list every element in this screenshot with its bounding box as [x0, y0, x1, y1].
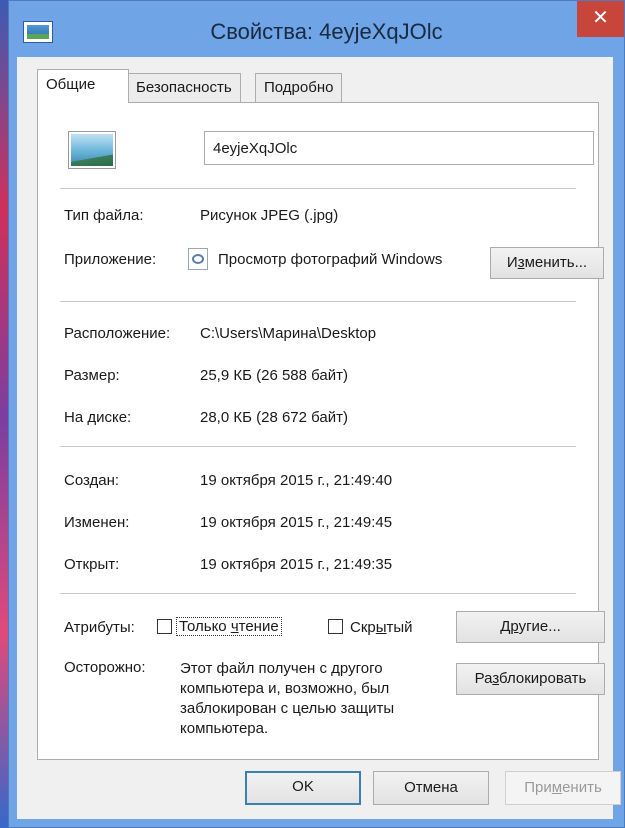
app-value: Просмотр фотографий Windows — [218, 251, 443, 268]
file-type-label: Тип файла: — [64, 207, 144, 224]
caution-line: заблокирован с целью защиты — [180, 700, 395, 717]
ok-button[interactable]: OK — [245, 771, 361, 805]
chk-accel: ы — [375, 619, 387, 636]
photo-viewer-icon — [188, 248, 208, 270]
modified-label: Изменен: — [64, 514, 130, 531]
tab-security[interactable]: Безопасность — [127, 73, 241, 102]
apply-button[interactable]: Применить — [505, 771, 621, 805]
btn-text: Д — [500, 618, 511, 635]
chk-accel: ч — [230, 618, 239, 635]
unblock-button[interactable]: Разблокировать — [456, 663, 605, 695]
size-value: 25,9 КБ (26 588 байт) — [200, 367, 348, 384]
btn-accel: р — [510, 618, 519, 635]
caution-label: Осторожно: — [64, 659, 146, 676]
other-attributes-button[interactable]: Другие... — [456, 611, 605, 643]
btn-text: енить — [562, 779, 602, 796]
title-bar[interactable]: Свойства: 4eyjeXqJOlc ✕ — [9, 1, 624, 57]
properties-dialog: Свойства: 4eyjeXqJOlc ✕ Общие Безопаснос… — [8, 0, 625, 828]
readonly-label[interactable]: Только чтение — [176, 617, 282, 636]
opened-label: Открыт: — [64, 556, 120, 573]
opened-value: 19 октября 2015 г., 21:49:35 — [200, 556, 393, 573]
btn-accel: м — [551, 779, 563, 796]
caution-line: Этот файл получен с другого — [180, 660, 383, 677]
location-label: Расположение: — [64, 325, 171, 342]
caution-line: компьютера и, возможно, был — [180, 680, 390, 697]
location-value: C:\Users\Марина\Desktop — [200, 325, 377, 342]
modified-value: 19 октября 2015 г., 21:49:45 — [200, 514, 393, 531]
created-label: Создан: — [64, 472, 120, 489]
close-button[interactable]: ✕ — [577, 1, 624, 37]
window-title: Свойства: 4eyjeXqJOlc — [210, 19, 443, 44]
btn-accel: з — [517, 254, 525, 271]
ondisk-label: На диске: — [64, 409, 132, 426]
divider — [60, 188, 576, 189]
btn-text: менить... — [524, 254, 588, 271]
tab-details[interactable]: Подробно — [255, 73, 343, 102]
divider — [60, 301, 576, 302]
hidden-checkbox[interactable] — [328, 619, 343, 634]
cancel-button[interactable]: Отмена — [373, 771, 489, 805]
file-type-value: Рисунок JPEG (.jpg) — [200, 207, 339, 224]
chk-text: Скр — [350, 619, 376, 636]
btn-text: Ра — [474, 670, 493, 687]
chk-text: тый — [386, 619, 413, 636]
change-button[interactable]: Изменить... — [490, 247, 604, 279]
tab-general[interactable]: Общие — [37, 69, 129, 103]
hidden-label[interactable]: Скрытый — [350, 619, 413, 636]
btn-text: блокировать — [499, 670, 587, 687]
file-thumbnail-icon — [68, 131, 116, 169]
divider — [60, 446, 576, 447]
created-value: 19 октября 2015 г., 21:49:40 — [200, 472, 393, 489]
btn-text: угие... — [518, 618, 561, 635]
btn-text: При — [524, 779, 552, 796]
size-label: Размер: — [64, 367, 120, 384]
app-label: Приложение: — [64, 251, 157, 268]
chk-text: тение — [238, 618, 279, 635]
chk-text: Только — [179, 618, 231, 635]
btn-text: И — [506, 254, 518, 271]
divider — [60, 593, 576, 594]
caution-line: компьютера. — [180, 720, 269, 737]
file-name-input[interactable] — [204, 131, 594, 165]
caution-text: Этот файл получен с другого компьютера и… — [180, 659, 394, 739]
dialog-client-area: Общие Безопасность Подробно Тип файла: Р… — [17, 57, 621, 819]
general-panel: Тип файла: Рисунок JPEG (.jpg) Приложени… — [37, 102, 605, 760]
readonly-checkbox[interactable] — [157, 619, 172, 634]
ondisk-value: 28,0 КБ (28 672 байт) — [200, 409, 348, 426]
attributes-label: Атрибуты: — [64, 619, 135, 636]
